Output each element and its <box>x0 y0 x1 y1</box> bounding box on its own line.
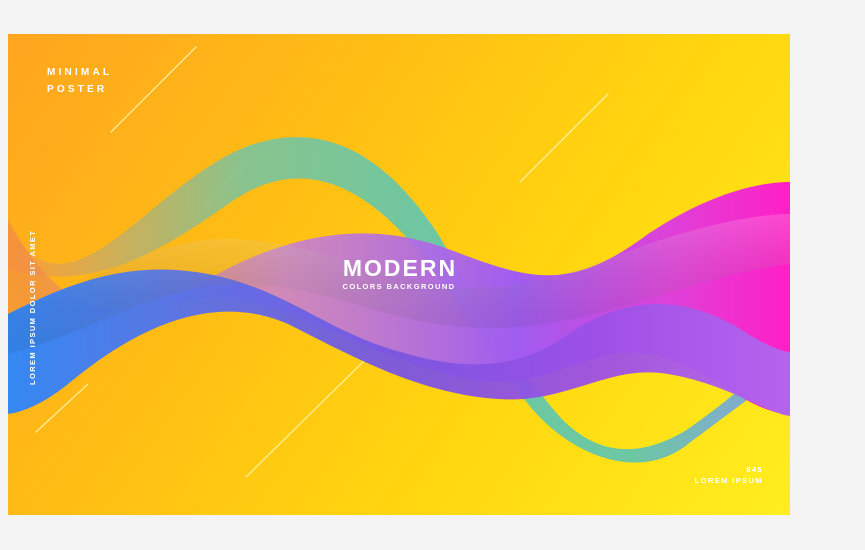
caption-number: 845 <box>746 465 763 474</box>
headline-subtitle: COLORS BACKGROUND <box>342 282 456 291</box>
corner-title-line-1: MINIMAL <box>47 67 113 78</box>
corner-title-line-2: POSTER <box>47 84 108 95</box>
poster-canvas: MINIMAL POSTER MODERN COLORS BACKGROUND … <box>8 34 790 515</box>
bottom-right-caption: 845 LOREM IPSUM <box>695 464 763 486</box>
poster-corner-title: MINIMAL POSTER <box>47 64 112 98</box>
vertical-side-text: LOREM IPSUM DOLOR SIT AMET <box>28 229 37 385</box>
headline-title: MODERN <box>342 255 458 281</box>
headline-block: MODERN COLORS BACKGROUND <box>8 255 790 292</box>
caption-label: LOREM IPSUM <box>694 476 763 485</box>
